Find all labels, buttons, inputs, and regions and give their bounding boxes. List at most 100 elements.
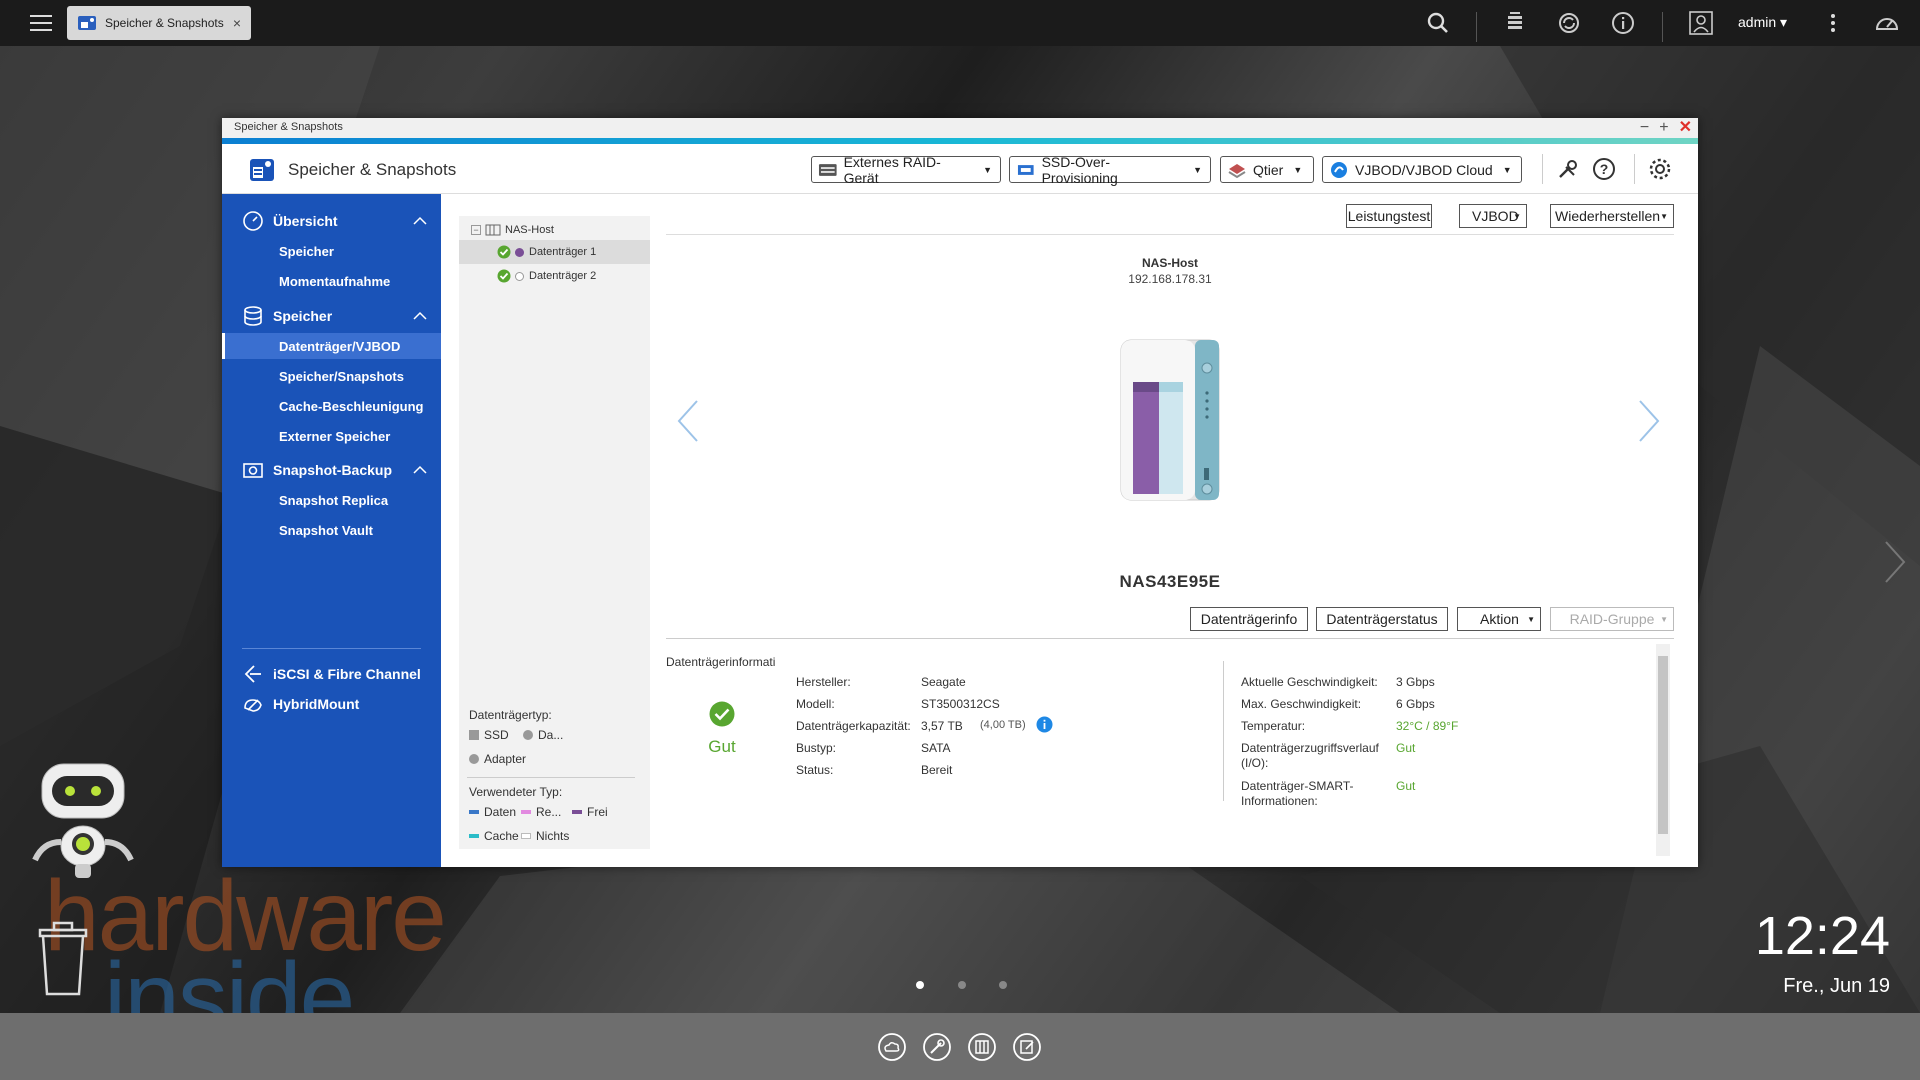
top-taskbar: Speicher & Snapshots × admin ▾ — [0, 0, 1920, 46]
disk-status-button[interactable]: Datenträgerstatus — [1316, 607, 1448, 631]
info-column-divider — [1223, 661, 1224, 801]
raid-group-dropdown[interactable]: RAID-Gruppe ▼ — [1550, 607, 1674, 631]
current-speed-label: Aktuelle Geschwindigkeit: — [1241, 675, 1378, 689]
chevron-down-icon: ▼ — [1502, 164, 1512, 175]
benchmark-button[interactable]: Leistungstest — [1346, 204, 1432, 228]
dock-notes-icon[interactable] — [1012, 1032, 1042, 1062]
sidebar-group-snapshot-backup[interactable]: Snapshot-Backup — [222, 456, 441, 484]
hybridmount-icon — [244, 699, 262, 712]
maximize-button[interactable]: + — [1659, 118, 1668, 138]
action-dropdown[interactable]: Aktion ▼ — [1457, 607, 1541, 631]
minimize-button[interactable]: − — [1640, 118, 1649, 138]
app-tab-close-button[interactable]: × — [233, 15, 241, 31]
user-avatar-icon[interactable] — [1688, 10, 1714, 36]
device-name: NAS43E95E — [1119, 572, 1221, 591]
ssd-overprovisioning-label: SSD-Over-Provisioning — [1041, 153, 1118, 186]
scrollbar-thumb[interactable] — [1658, 656, 1668, 834]
sidebar-item-disks-vjbod[interactable]: Datenträger/VJBOD — [222, 333, 441, 359]
trash-icon[interactable] — [34, 918, 92, 998]
details-scrollbar[interactable] — [1656, 644, 1670, 856]
sidebar-group-overview[interactable]: Übersicht — [222, 207, 441, 235]
bottom-dock — [0, 1013, 1920, 1080]
next-arrow-icon[interactable] — [1634, 398, 1664, 444]
disk-info-button[interactable]: Datenträgerinfo — [1190, 607, 1308, 631]
restore-dropdown[interactable]: Wiederherstellen ▼ — [1550, 204, 1674, 228]
tree-node-disk-2[interactable]: Datenträger 2 — [459, 264, 650, 288]
svg-text:?: ? — [1600, 161, 1609, 177]
qtier-button[interactable]: Qtier ▼ — [1220, 156, 1314, 183]
bus-type-value: SATA — [921, 741, 951, 755]
sidebar-item-storage-snapshots[interactable]: Speicher/Snapshots — [222, 363, 441, 389]
hdd-dot — [523, 730, 533, 740]
desktop-date: Fre., Jun 19 — [1783, 975, 1890, 997]
legend-hdd-label: Da... — [538, 728, 564, 742]
desktop-page-dot[interactable] — [999, 981, 1007, 989]
dock-cloud-icon[interactable] — [877, 1032, 907, 1062]
sidebar-item-snapshot-vault[interactable]: Snapshot Vault — [222, 517, 441, 543]
task-stack-icon[interactable] — [1502, 10, 1528, 36]
raid-device-icon — [818, 163, 837, 176]
sidebar-item-snapshot-overview[interactable]: Momentaufnahme — [222, 268, 441, 294]
sidebar-item-hybridmount[interactable]: HybridMount — [222, 690, 441, 718]
toolbar-divider — [1476, 12, 1477, 42]
vjbod-dropdown[interactable]: VJBOD ▼ — [1459, 204, 1527, 228]
adapter-dot — [469, 754, 479, 764]
chevron-down-icon: ▼ — [1513, 211, 1521, 221]
sidebar-item-snapshot-replica[interactable]: Snapshot Replica — [222, 487, 441, 513]
capacity-info-icon[interactable] — [1036, 716, 1053, 733]
desktop-next-page-icon[interactable] — [1882, 540, 1908, 584]
window-title-bar[interactable]: Speicher & Snapshots − + ✕ — [222, 118, 1698, 138]
tree-node-disk-1[interactable]: Datenträger 1 — [459, 240, 650, 264]
bus-type-label: Bustyp: — [796, 741, 837, 755]
max-speed-label: Max. Geschwindigkeit: — [1241, 697, 1362, 711]
tree-node-nas-host[interactable]: − NAS-Host — [459, 218, 650, 242]
app-tab-label: Speicher & Snapshots — [105, 16, 224, 30]
chevron-up-icon[interactable] — [413, 216, 427, 226]
previous-arrow-icon[interactable] — [673, 398, 703, 444]
sidebar: Übersicht Speicher Momentaufnahme Speich… — [222, 194, 441, 867]
vjbod-cloud-button[interactable]: VJBOD/VJBOD Cloud ▼ — [1322, 156, 1522, 183]
desktop-page-dot[interactable] — [958, 981, 966, 989]
user-menu[interactable]: admin ▾ — [1738, 14, 1787, 31]
tree-root-label: NAS-Host — [505, 224, 554, 236]
search-icon[interactable] — [1425, 10, 1451, 36]
dashboard-icon — [243, 211, 263, 231]
sidebar-group-storage[interactable]: Speicher — [222, 302, 441, 330]
chevron-down-icon: ▼ — [1527, 614, 1535, 624]
toolbar-divider — [1662, 12, 1663, 42]
qtier-label: Qtier — [1253, 161, 1284, 178]
external-raid-button[interactable]: Externes RAID-Gerät ▼ — [811, 154, 1001, 186]
sidebar-group-label: Speicher — [273, 308, 333, 324]
help-icon[interactable]: ? — [1592, 157, 1616, 181]
sync-icon[interactable] — [1556, 10, 1582, 36]
free-swatch — [572, 810, 582, 814]
desktop-page-dot-active[interactable] — [916, 981, 924, 989]
chevron-up-icon[interactable] — [413, 465, 427, 475]
sidebar-divider — [242, 648, 421, 649]
data-disk-dot-icon — [515, 247, 524, 257]
dock-tools-icon[interactable] — [922, 1032, 952, 1062]
more-options-icon[interactable] — [1820, 10, 1846, 36]
dashboard-gauge-icon[interactable] — [1874, 10, 1900, 36]
storage-app-logo-icon — [250, 159, 274, 181]
free-disk-dot-icon — [515, 271, 524, 281]
chevron-up-icon[interactable] — [413, 311, 427, 321]
storage-snapshots-window: Speicher & Snapshots − + ✕ Speicher & Sn… — [222, 118, 1698, 867]
tools-icon[interactable] — [1556, 157, 1580, 181]
app-tab-storage[interactable]: Speicher & Snapshots × — [67, 6, 251, 40]
sidebar-item-storage-overview[interactable]: Speicher — [222, 238, 441, 264]
settings-gear-icon[interactable] — [1648, 157, 1672, 181]
chevron-down-icon: ▼ — [1660, 614, 1668, 624]
close-window-button[interactable]: ✕ — [1679, 118, 1692, 138]
health-status-text: Gut — [708, 737, 736, 756]
disk-info-section-title: Datenträgerinformati — [666, 655, 776, 669]
ssd-overprovisioning-button[interactable]: SSD-Over-Provisioning ▼ — [1009, 153, 1211, 186]
info-icon[interactable] — [1610, 10, 1636, 36]
sidebar-item-cache-acceleration[interactable]: Cache-Beschleunigung — [222, 393, 441, 419]
desktop-clock: 12:24 — [1754, 906, 1890, 966]
sidebar-item-iscsi[interactable]: iSCSI & Fibre Channel — [222, 660, 441, 688]
sidebar-item-external-storage[interactable]: Externer Speicher — [222, 423, 441, 449]
collapse-toggle-icon[interactable]: − — [471, 225, 481, 235]
main-menu-button[interactable] — [28, 10, 54, 36]
dock-panel-icon[interactable] — [967, 1032, 997, 1062]
